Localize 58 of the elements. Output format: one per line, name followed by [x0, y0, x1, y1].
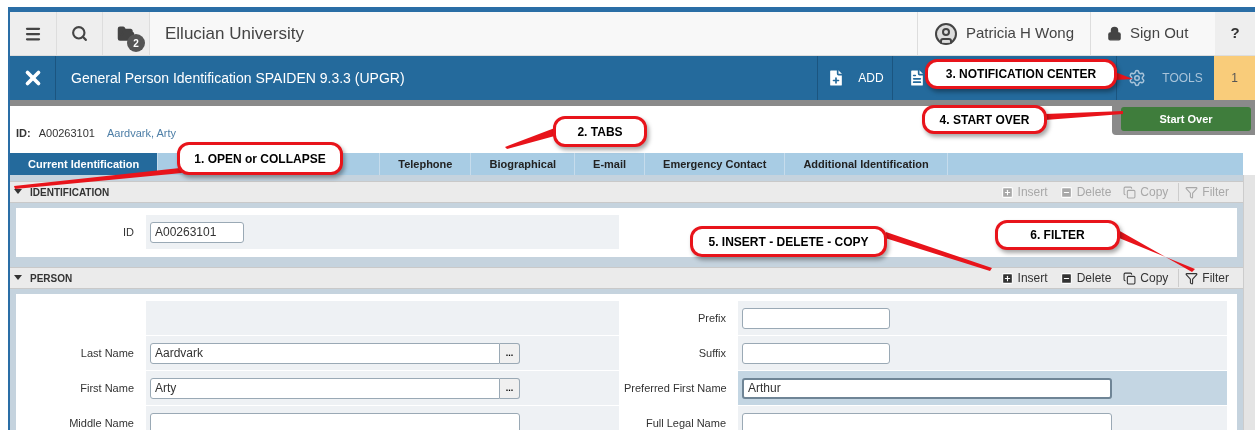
lookup-button[interactable]: ...: [500, 342, 520, 364]
lookup-button[interactable]: ...: [500, 377, 520, 399]
section-title: IDENTIFICATION: [30, 185, 110, 200]
search-button[interactable]: [57, 12, 103, 55]
callout: 3. NOTIFICATION CENTER: [925, 59, 1117, 89]
user-menu[interactable]: Patricia H Wong: [916, 12, 1090, 55]
menu-button[interactable]: [10, 12, 57, 55]
text-field[interactable]: [742, 307, 890, 329]
user-name: Patricia H Wong: [965, 23, 1074, 44]
insert-button[interactable]: Insert: [994, 269, 1054, 287]
person-name: Aardvark, Arty: [106, 125, 177, 141]
text-field[interactable]: A00263101: [150, 221, 244, 243]
copy-icon: [1123, 185, 1137, 199]
text-field[interactable]: [742, 412, 1112, 430]
gear-icon: [1128, 69, 1147, 87]
start-over-button[interactable]: Start Over: [1121, 107, 1251, 131]
id-value: A00263101: [38, 125, 95, 141]
count-badge: 2: [127, 34, 145, 52]
folder-button[interactable]: 2: [103, 12, 150, 55]
field-label: Suffix: [697, 345, 727, 361]
field-label: Prefix: [696, 310, 727, 326]
filter-icon: [1185, 185, 1199, 199]
folder-icon: [117, 24, 135, 43]
tab[interactable]: Current Identification: [10, 153, 159, 175]
field-label: Last Name: [79, 345, 135, 361]
field-label: Middle Name: [68, 415, 135, 430]
help-button[interactable]: ?: [1215, 12, 1255, 55]
id-label: ID:: [16, 125, 31, 141]
text-field[interactable]: [742, 342, 890, 364]
field-label: Full Legal Name: [644, 415, 727, 430]
insert-icon: [1000, 271, 1014, 285]
notification-count[interactable]: 1: [1214, 56, 1255, 100]
page-title: General Person Identification SPAIDEN 9.3.3 (UPGR): [71, 68, 405, 88]
delete-icon: [1059, 271, 1073, 285]
delete-button[interactable]: Delete: [1053, 269, 1118, 287]
callout: 2. TABS: [553, 116, 647, 147]
field-label: Preferred First Name: [624, 380, 728, 396]
copy-icon: [1123, 271, 1137, 285]
search-icon: [71, 25, 88, 42]
text-field[interactable]: Arty: [150, 377, 500, 399]
field-label: First Name: [79, 380, 135, 396]
copy-button[interactable]: Copy: [1117, 269, 1175, 287]
filter-icon: [1185, 271, 1199, 285]
text-field[interactable]: Aardvark: [150, 342, 500, 364]
callout: 1. OPEN or COLLAPSE: [177, 142, 343, 175]
field-label: ID: [122, 224, 135, 240]
lock-icon: [1107, 26, 1122, 41]
institution-name: Ellucian University: [165, 22, 304, 45]
callout: 4. START OVER: [922, 105, 1047, 134]
user-avatar-icon: [933, 21, 958, 46]
callout: 6. FILTER: [995, 220, 1120, 250]
scrollbar[interactable]: [1243, 175, 1255, 430]
callout: 5. INSERT - DELETE - COPY: [690, 226, 887, 257]
text-field[interactable]: Arthur: [742, 377, 1112, 399]
delete-icon: [1059, 185, 1073, 199]
section-title: PERSON: [30, 271, 73, 286]
insert-icon: [1000, 185, 1014, 199]
text-field[interactable]: [150, 412, 520, 430]
